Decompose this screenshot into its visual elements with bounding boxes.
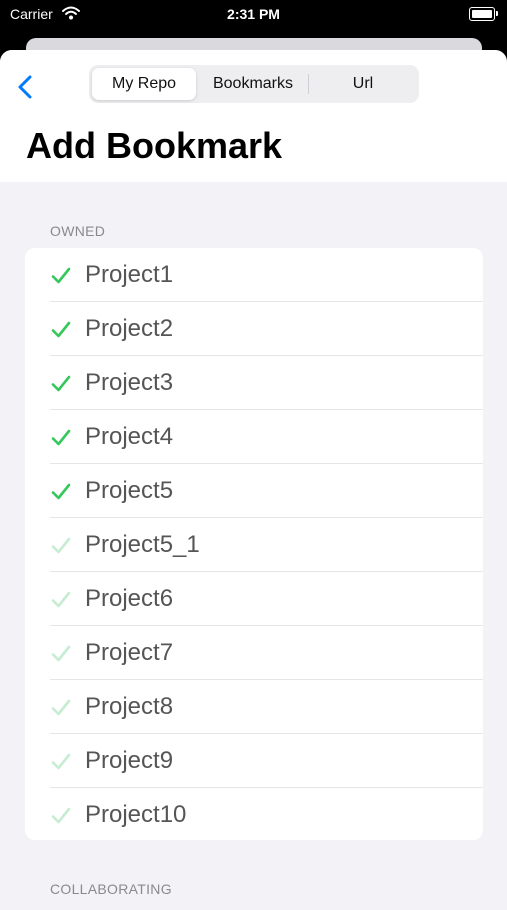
checkmark-icon (50, 373, 72, 395)
list-item[interactable]: Project8 (25, 680, 483, 734)
back-button[interactable] (14, 72, 38, 102)
modal-sheet: My Repo Bookmarks Url Add Bookmark OWNED… (0, 50, 507, 910)
list-item-label: Project7 (85, 639, 174, 666)
status-time: 2:31 PM (227, 6, 280, 22)
checkmark-icon (50, 751, 72, 773)
checkmark-icon (50, 481, 72, 503)
list-item[interactable]: Project10 (25, 788, 483, 840)
segment-my-repo[interactable]: My Repo (92, 68, 196, 100)
battery-icon (469, 7, 498, 21)
list-item-label: Project1 (85, 261, 174, 288)
checkmark-icon (50, 427, 72, 449)
list-item[interactable]: Project1 (25, 248, 483, 302)
chevron-left-icon (18, 75, 32, 99)
list-item[interactable]: Project3 (25, 356, 483, 410)
list-item-label: Project8 (85, 693, 174, 720)
list-item[interactable]: Project6 (25, 572, 483, 626)
segment-bookmarks[interactable]: Bookmarks (198, 68, 308, 100)
checkmark-icon (50, 319, 72, 341)
list-item-label: Project3 (85, 369, 174, 396)
section-header-owned: OWNED (50, 223, 106, 239)
checkmark-icon (50, 697, 72, 719)
checkmark-icon (50, 589, 72, 611)
list-item-label: Project6 (85, 585, 174, 612)
list-item-label: Project10 (85, 801, 187, 828)
list-item-label: Project2 (85, 315, 174, 342)
page-title: Add Bookmark (26, 125, 283, 166)
checkmark-icon (50, 265, 72, 287)
segment-divider (308, 74, 309, 94)
checkmark-icon (50, 643, 72, 665)
list-item[interactable]: Project2 (25, 302, 483, 356)
owned-list: Project1 Project2 Project3 Project4 Project5… (25, 248, 483, 840)
checkmark-icon (50, 805, 72, 827)
list-item[interactable]: Project5 (25, 464, 483, 518)
status-bar: Carrier 2:31 PM (0, 0, 507, 30)
section-header-collaborating: COLLABORATING (50, 881, 172, 897)
list-item[interactable]: Project5_1 (25, 518, 483, 572)
segmented-control: My Repo Bookmarks Url (89, 65, 419, 103)
list-item[interactable]: Project4 (25, 410, 483, 464)
sheet-header: My Repo Bookmarks Url Add Bookmark (0, 50, 507, 182)
list-item[interactable]: Project7 (25, 626, 483, 680)
list-item-label: Project5_1 (85, 531, 200, 558)
list-item-label: Project9 (85, 747, 174, 774)
list-item-label: Project4 (85, 423, 174, 450)
list-item-label: Project5 (85, 477, 174, 504)
list-item[interactable]: Project9 (25, 734, 483, 788)
segment-url[interactable]: Url (310, 68, 416, 100)
checkmark-icon (50, 535, 72, 557)
